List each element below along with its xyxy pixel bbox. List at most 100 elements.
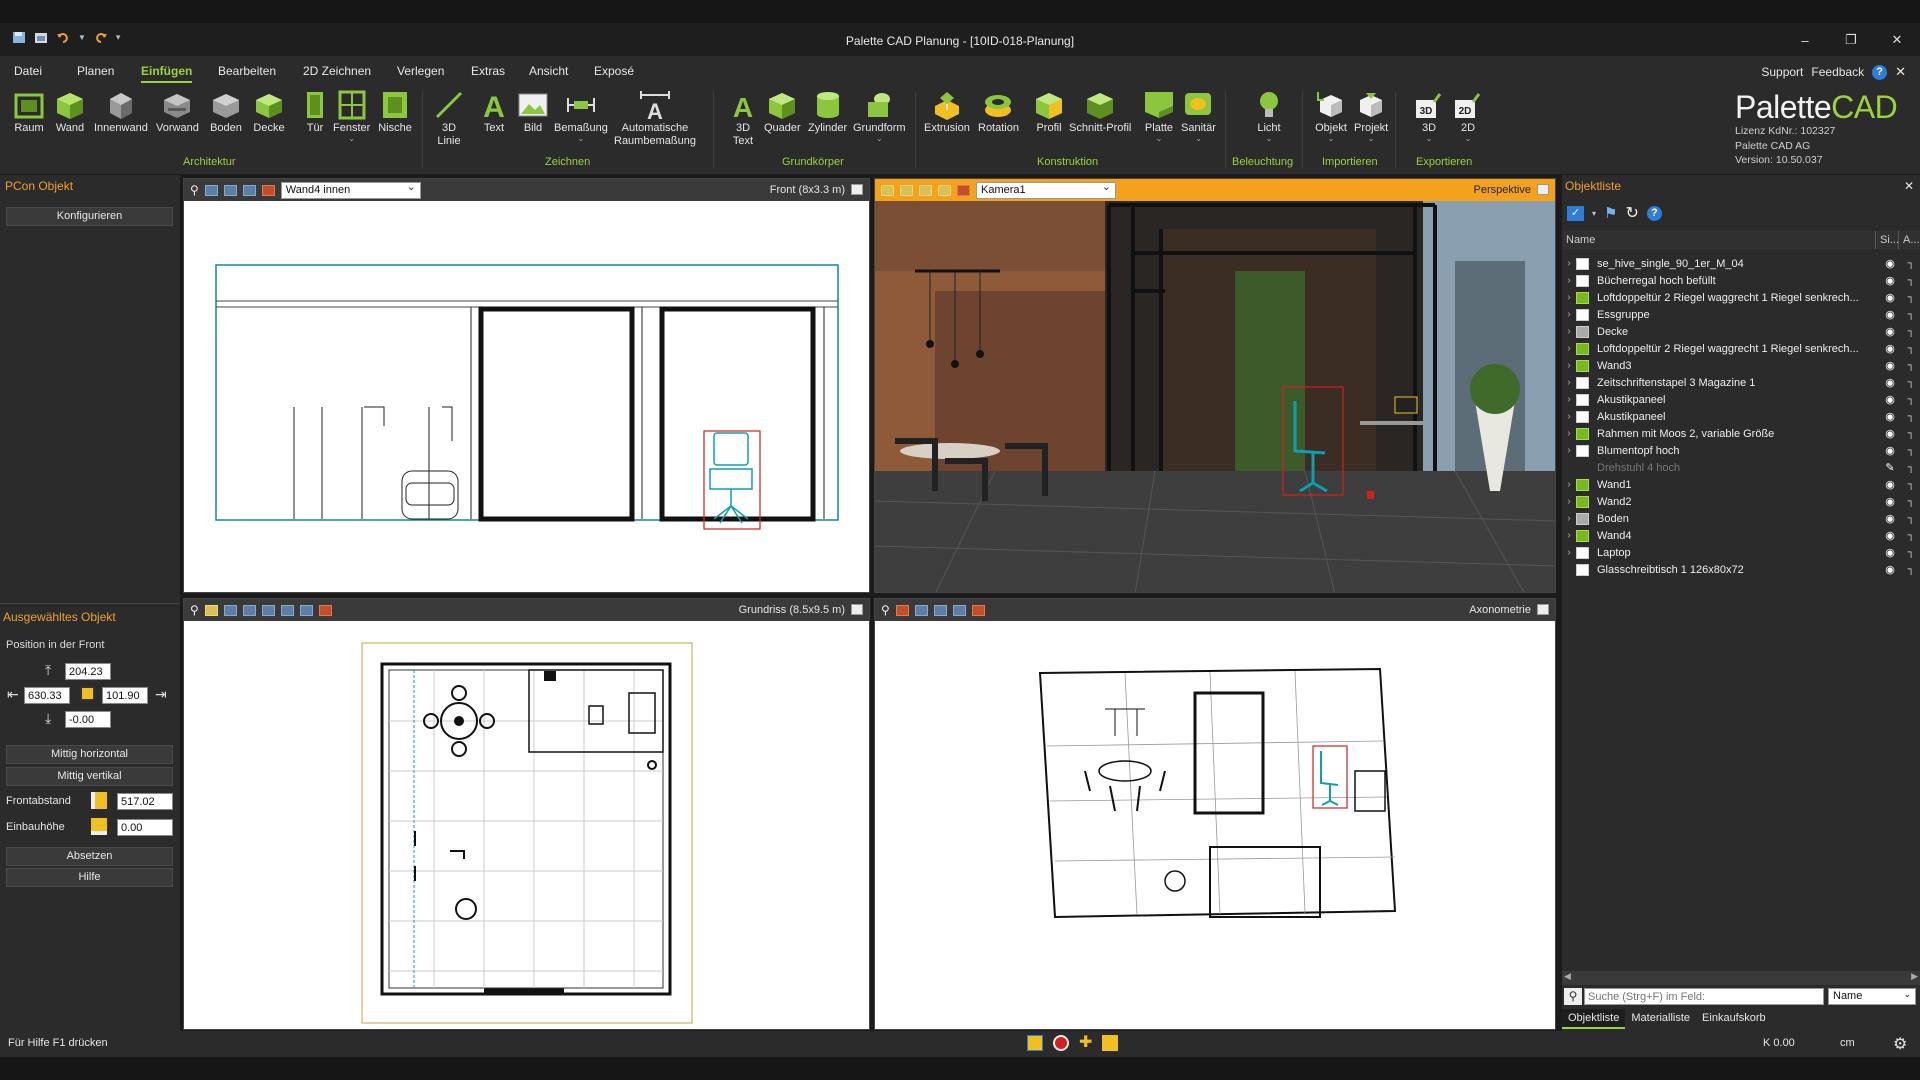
object-list-item[interactable]: › Essgruppe ◉ ┐: [1562, 306, 1920, 323]
zoom-icon[interactable]: ⚲: [881, 603, 890, 617]
help-icon[interactable]: ?: [1646, 205, 1662, 221]
lock-icon[interactable]: ┐: [1902, 564, 1920, 575]
lock-icon[interactable]: ┐: [1902, 292, 1920, 303]
tab-einkaufskorb[interactable]: Einkaufskorb: [1696, 1009, 1772, 1029]
ribbon-profil-button[interactable]: Profil: [1032, 90, 1066, 135]
visibility-eye-icon[interactable]: ◉: [1878, 291, 1902, 304]
display-icon[interactable]: [280, 604, 294, 616]
visibility-eye-icon[interactable]: ◉: [1878, 410, 1902, 423]
expand-arrow-icon[interactable]: ›: [1562, 530, 1576, 541]
visibility-eye-icon[interactable]: ◉: [1878, 478, 1902, 491]
plan-view-icon[interactable]: [204, 604, 218, 616]
color-icon[interactable]: [318, 604, 332, 616]
front-distance-input[interactable]: [117, 793, 173, 810]
lock-icon[interactable]: ┐: [1902, 496, 1920, 507]
layers-icon[interactable]: [919, 184, 932, 196]
visibility-eye-icon[interactable]: ◉: [1878, 257, 1902, 270]
maximize-viewport-icon[interactable]: [851, 604, 863, 615]
lock-icon[interactable]: ┐: [1902, 479, 1920, 490]
view-mode-icon[interactable]: [914, 604, 928, 616]
visibility-eye-icon[interactable]: ◉: [1878, 359, 1902, 372]
layers-icon[interactable]: [952, 604, 966, 616]
expand-arrow-icon[interactable]: ›: [1562, 411, 1576, 422]
visibility-eye-icon[interactable]: ◉: [1878, 495, 1902, 508]
ribbon-text-button[interactable]: A Text: [477, 90, 511, 135]
menu-2d-zeichnen[interactable]: 2D Zeichnen: [303, 64, 371, 78]
ribbon-sanitaer-button[interactable]: Sanitär ⌄: [1181, 90, 1216, 143]
expand-arrow-icon[interactable]: ›: [1562, 326, 1576, 337]
object-list-item[interactable]: › Loftdoppeltür 2 Riegel waggrecht 1 Rieg…: [1562, 289, 1920, 306]
visibility-eye-icon[interactable]: ◉: [1878, 444, 1902, 457]
visibility-eye-icon[interactable]: ◉: [1878, 512, 1902, 525]
install-height-input[interactable]: [117, 819, 173, 836]
color-icon[interactable]: [261, 184, 275, 196]
column-name[interactable]: Name: [1566, 234, 1595, 246]
ribbon-export-2d-button[interactable]: 2D 2D ⌄: [1451, 90, 1485, 143]
display-icon[interactable]: [933, 604, 947, 616]
refresh-icon[interactable]: ↻: [1625, 203, 1638, 223]
object-list-item[interactable]: › Zeitschriftenstapel 3 Magazine 1 ◉ ┐: [1562, 374, 1920, 391]
lock-icon[interactable]: ┐: [1902, 547, 1920, 558]
object-list-item[interactable]: › Blumentopf hoch ◉ ┐: [1562, 442, 1920, 459]
menu-einfuegen[interactable]: Einfügen: [141, 64, 193, 83]
help-button[interactable]: Hilfe: [6, 868, 173, 887]
lock-icon[interactable]: ┐: [1902, 530, 1920, 541]
visibility-eye-icon[interactable]: ◉: [1878, 546, 1902, 559]
ribbon-platte-button[interactable]: Platte ⌄: [1142, 90, 1176, 143]
visibility-eye-icon[interactable]: ◉: [1878, 529, 1902, 542]
ribbon-3d-text-button[interactable]: A 3D Text: [726, 90, 760, 148]
ribbon-quader-button[interactable]: Quader: [764, 90, 801, 135]
expand-arrow-icon[interactable]: ›: [1562, 275, 1576, 286]
close-ribbon-icon[interactable]: ✕: [1895, 64, 1906, 80]
expand-arrow-icon[interactable]: ›: [1562, 445, 1576, 456]
menu-bearbeiten[interactable]: Bearbeiten: [218, 64, 276, 78]
ribbon-projekt-button[interactable]: Projekt ⌄: [1354, 90, 1388, 143]
menu-expose[interactable]: Exposé: [594, 64, 634, 78]
viewport-plan[interactable]: ⚲ Grundriss (8.5x9.5 m): [183, 598, 870, 1030]
layers-icon[interactable]: [242, 184, 256, 196]
object-list-item[interactable]: Glasschreibtisch 1 126x80x72 ◉ ┐: [1562, 561, 1920, 578]
ribbon-raum-button[interactable]: Raum: [12, 90, 46, 135]
zoom-icon[interactable]: ⚲: [190, 183, 199, 197]
lock-icon[interactable]: ┐: [1902, 411, 1920, 422]
maximize-viewport-icon[interactable]: [851, 184, 863, 195]
settings-gear-icon[interactable]: ⚙: [1893, 1034, 1907, 1054]
filter-dropdown-icon[interactable]: ▾: [1592, 209, 1596, 218]
pos-top-input[interactable]: [65, 663, 111, 680]
snap-pencil-icon[interactable]: [1027, 1035, 1043, 1051]
object-list-item[interactable]: › Wand1 ◉ ┐: [1562, 476, 1920, 493]
ribbon-nische-button[interactable]: Nische: [378, 90, 412, 135]
visibility-eye-icon[interactable]: ◉: [1878, 376, 1902, 389]
help-icon[interactable]: ?: [1872, 64, 1888, 80]
ribbon-innenwand-button[interactable]: Innenwand: [94, 90, 148, 135]
tab-materialliste[interactable]: Materialliste: [1625, 1009, 1696, 1029]
object-list-item[interactable]: › Boden ◉ ┐: [1562, 510, 1920, 527]
menu-extras[interactable]: Extras: [471, 64, 505, 78]
color-icon[interactable]: [957, 184, 970, 196]
layers-icon[interactable]: [299, 604, 313, 616]
visibility-eye-icon[interactable]: ◉: [1878, 563, 1902, 576]
visibility-eye-icon[interactable]: ◉: [1878, 308, 1902, 321]
visibility-eye-icon[interactable]: ◉: [1878, 393, 1902, 406]
expand-arrow-icon[interactable]: ›: [1562, 377, 1576, 388]
visibility-eye-icon[interactable]: ◉: [1878, 427, 1902, 440]
ribbon-rotation-button[interactable]: Rotation: [978, 90, 1019, 135]
support-link[interactable]: Support: [1761, 65, 1803, 79]
object-list-item[interactable]: › Akustikpaneel ◉ ┐: [1562, 408, 1920, 425]
snap-cross-icon[interactable]: ✚: [1079, 1035, 1092, 1051]
camera-icon[interactable]: [242, 604, 256, 616]
lock-icon[interactable]: ┐: [1902, 513, 1920, 524]
object-list-item[interactable]: › Akustikpaneel ◉ ┐: [1562, 391, 1920, 408]
pen-icon[interactable]: ✎: [1878, 461, 1902, 474]
ribbon-decke-button[interactable]: Decke: [252, 90, 286, 135]
snap-magnet-icon[interactable]: [1053, 1035, 1069, 1051]
lock-icon[interactable]: ┐: [1902, 462, 1920, 473]
lock-icon[interactable]: ┐: [1902, 377, 1920, 388]
expand-arrow-icon[interactable]: ›: [1562, 428, 1576, 439]
visibility-eye-icon[interactable]: ◉: [1878, 274, 1902, 287]
print-icon[interactable]: [223, 604, 237, 616]
maximize-viewport-icon[interactable]: [1537, 604, 1549, 615]
center-vertical-button[interactable]: Mittig vertikal: [6, 767, 173, 786]
status-unit[interactable]: cm: [1840, 1037, 1855, 1049]
lock-icon[interactable]: ┐: [1902, 258, 1920, 269]
